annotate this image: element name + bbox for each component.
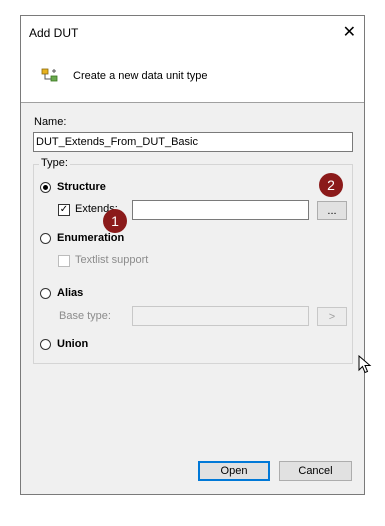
annotation-badge-1: 1 <box>103 209 127 233</box>
alias-radio[interactable] <box>40 288 51 299</box>
extends-checkbox[interactable]: ✓ <box>58 204 70 216</box>
base-type-input[interactable] <box>132 306 309 326</box>
add-dut-dialog: Add DUT ✕ Create a new data unit type Na… <box>20 15 365 495</box>
window-title: Add DUT <box>29 26 79 40</box>
textlist-checkbox[interactable] <box>58 255 70 267</box>
open-button[interactable]: Open <box>198 461 270 481</box>
annotation-badge-2: 2 <box>319 173 343 197</box>
union-radio[interactable] <box>40 339 51 350</box>
structure-label: Structure <box>57 181 106 193</box>
close-icon[interactable]: ✕ <box>343 22 356 42</box>
type-group-label: Type: <box>39 157 70 169</box>
cancel-button[interactable]: Cancel <box>279 461 352 481</box>
base-type-label: Base type: <box>59 310 111 322</box>
alias-label: Alias <box>57 287 84 299</box>
name-input[interactable] <box>33 132 353 152</box>
dialog-header: Create a new data unit type <box>21 48 364 103</box>
structure-radio[interactable] <box>40 182 51 193</box>
enumeration-label: Enumeration <box>57 232 125 244</box>
dut-icon <box>41 68 58 82</box>
enumeration-radio[interactable] <box>40 233 51 244</box>
extends-input[interactable] <box>132 200 309 220</box>
header-description: Create a new data unit type <box>73 70 208 82</box>
browse-button[interactable]: ... <box>317 201 347 220</box>
base-type-arrow-button[interactable]: > <box>317 307 347 326</box>
union-label: Union <box>57 338 89 350</box>
title-bar: Add DUT ✕ <box>21 16 364 48</box>
name-label: Name: <box>34 116 67 128</box>
textlist-label: Textlist support <box>75 254 149 266</box>
mouse-cursor-icon <box>358 355 372 374</box>
